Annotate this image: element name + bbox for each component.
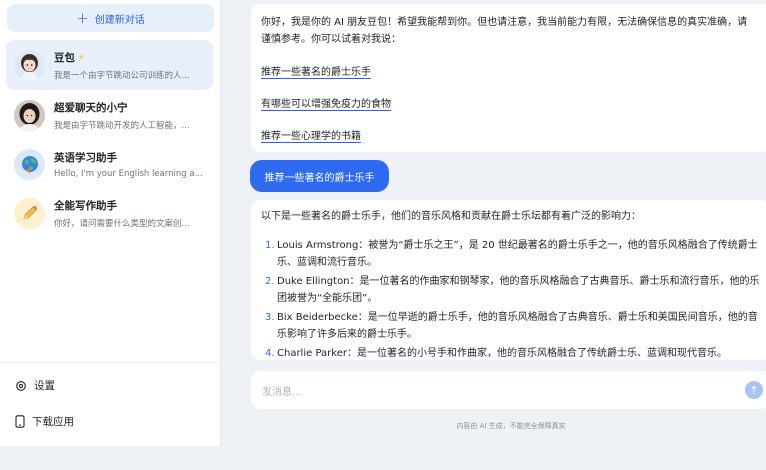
download-app-button[interactable]: 下载应用 [15,414,74,429]
ai-disclaimer: 内容由 AI 生成，不能完全保障真实 [456,422,566,430]
user-message-bubble: 推荐一些著名的爵士乐手 [250,160,389,192]
assistant-greeting-bubble: 你好，我是你的 AI 朋友豆包！希望我能帮到你。但也请注意，我当前能力有限，无法… [251,4,766,152]
settings-button[interactable]: 设置 [15,378,55,393]
sidebar-footer: 设置 下载应用 [0,362,221,446]
settings-label: 设置 [34,380,55,392]
chat-panel: 你好，我是你的 AI 朋友豆包！希望我能帮到你。但也请注意，我当前能力有限，无法… [221,0,766,446]
download-label: 下载应用 [32,416,74,428]
answer-list-item: 1. Louis Armstrong：被誉为“爵士乐之王”，是 20 世纪最著名… [265,240,758,268]
arrow-up-icon: ↑ [749,383,759,397]
conversation-item-writing[interactable]: 全能写作助手 你好，请问需要什么类型的文案创... [6,188,213,238]
conversation-item-doubao[interactable]: 豆包 ⚡ 我是一个由字节跳动公司训练的人... [6,40,213,90]
new-chat-label: 创建新对话 [94,14,145,26]
phone-icon [15,415,25,428]
gear-icon [16,380,26,391]
conversation-title: 全能写作助手 [54,199,117,212]
lightning-icon: ⚡ [78,52,86,64]
greeting-text: 你好，我是你的 AI 朋友豆包！希望我能帮到你。但也请注意，我当前能力有限，无法… [261,17,748,45]
conversation-title: 豆包 [54,51,75,64]
conversation-preview: 我是由字节跳动开发的人工智能，... [54,120,190,131]
photo-avatar-icon [14,99,45,131]
conversation-item-english[interactable]: 英语学习助手 Hello, I'm your English learning … [6,139,213,189]
conversation-preview: 你好，请问需要什么类型的文案创... [54,218,190,229]
suggestion-link[interactable]: 有哪些可以增强免疫力的食物 [261,96,391,113]
answer-intro: 以下是一些著名的爵士乐手，他们的音乐风格和贡献在爵士乐坛都有着广泛的影响力： [261,211,641,222]
new-chat-button[interactable]: + 创建新对话 [7,4,214,32]
answer-list-item: 3. Bix Beiderbecke：是一位早逝的爵士乐手，他的音乐风格融合了古… [265,312,758,340]
send-button[interactable]: ↑ [745,381,763,399]
girl-avatar-icon [14,49,45,81]
globe-icon [14,148,45,180]
answer-list-item: 2. Duke Ellington：是一位著名的作曲家和钢琴家，他的音乐风格融合… [265,276,760,304]
conversation-title: 英语学习助手 [54,151,117,164]
conversation-item-xiaoning[interactable]: 超爱聊天的小宁 我是由字节跳动开发的人工智能，... [6,90,213,140]
answer-list-item: 4. Charlie Parker：是一位著名的小号手和作曲家，他的音乐风格融合… [265,348,727,359]
message-input-placeholder: 发消息... [262,386,302,398]
sidebar: + 创建新对话 豆包 ⚡ 我是一个由字节跳动公司训练的人... 超爱聊天的小宁 … [0,0,221,446]
suggestion-link[interactable]: 推荐一些心理学的书籍 [261,128,361,145]
pencil-icon [14,197,45,229]
conversation-preview: 我是一个由字节跳动公司训练的人... [54,70,190,81]
conversation-preview: Hello, I'm your English learning a... [54,168,203,179]
conversation-title: 超爱聊天的小宁 [54,101,128,114]
plus-icon: + [76,8,89,27]
assistant-answer-bubble: 以下是一些著名的爵士乐手，他们的音乐风格和贡献在爵士乐坛都有着广泛的影响力： 1… [251,200,766,360]
suggestion-link[interactable]: 推荐一些著名的爵士乐手 [261,64,371,81]
app-window: + 创建新对话 豆包 ⚡ 我是一个由字节跳动公司训练的人... 超爱聊天的小宁 … [0,0,766,446]
message-input[interactable]: 发消息... ↑ [251,371,766,409]
answer-list: 1. Louis Armstrong：被誉为“爵士乐之王”，是 20 世纪最著名… [261,237,761,360]
